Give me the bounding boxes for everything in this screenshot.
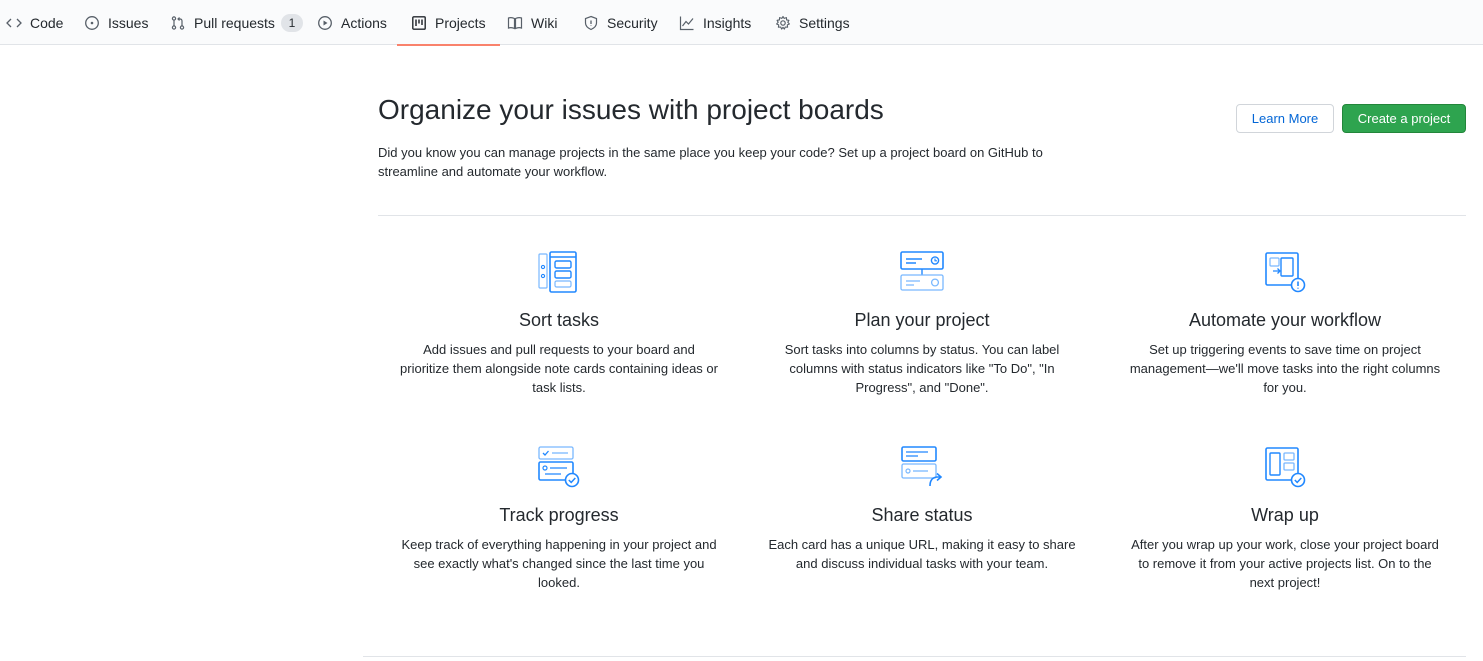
tab-settings[interactable]: Settings — [775, 0, 850, 45]
graph-icon — [679, 15, 695, 31]
feature-text: Set up triggering events to save time on… — [1129, 342, 1441, 395]
feature-title: Automate your workflow — [1188, 310, 1382, 330]
tab-insights-label: Insights — [703, 14, 752, 31]
footer-divider — [363, 656, 1466, 657]
gear-icon — [775, 15, 791, 31]
page-title: Organize your issues with project boards — [378, 94, 884, 125]
feature-title: Wrap up — [1251, 505, 1319, 525]
learn-more-button[interactable]: Learn More — [1236, 104, 1334, 133]
git-pull-request-icon — [170, 15, 186, 31]
feature-title: Sort tasks — [518, 310, 600, 330]
create-project-button[interactable]: Create a project — [1342, 104, 1466, 133]
share-status-icon — [900, 445, 944, 489]
tab-projects[interactable]: Projects — [397, 0, 500, 46]
feature-text: After you wrap up your work, close your … — [1131, 537, 1439, 590]
tab-pull-requests-label: Pull requests — [194, 14, 275, 31]
book-icon — [507, 15, 523, 31]
shield-icon — [583, 15, 599, 31]
wrap-up-icon — [1263, 445, 1307, 489]
feature-text: Keep track of everything happening in yo… — [401, 537, 717, 590]
tab-actions-label: Actions — [341, 14, 387, 31]
tab-projects-label: Projects — [435, 14, 486, 31]
feature-plan-project: Plan your project Sort tasks into column… — [757, 250, 1087, 397]
tab-security[interactable]: Security — [583, 0, 658, 45]
feature-track-progress: Track progress Keep track of everything … — [394, 445, 724, 592]
tab-settings-label: Settings — [799, 14, 850, 31]
tab-issues-label: Issues — [108, 14, 149, 31]
feature-text: Sort tasks into columns by status. You c… — [784, 342, 1060, 395]
feature-wrap-up: Wrap up After you wrap up your work, clo… — [1120, 445, 1450, 592]
section-divider — [378, 215, 1466, 216]
plan-project-icon — [900, 250, 944, 294]
tab-wiki[interactable]: Wiki — [507, 0, 557, 45]
feature-text: Add issues and pull requests to your boa… — [400, 342, 718, 395]
tab-security-label: Security — [607, 14, 658, 31]
feature-text: Each card has a unique URL, making it ea… — [768, 537, 1076, 571]
track-progress-icon — [537, 445, 581, 489]
feature-title: Share status — [871, 505, 973, 525]
project-icon — [411, 15, 427, 31]
page-description: Did you know you can manage projects in … — [378, 145, 1043, 179]
tab-code[interactable]: Code — [6, 0, 63, 45]
play-icon — [317, 15, 333, 31]
tab-wiki-label: Wiki — [531, 14, 558, 31]
sort-tasks-icon — [537, 250, 581, 294]
issue-opened-icon — [84, 15, 100, 31]
tab-pull-requests[interactable]: Pull requests 1 — [170, 0, 303, 45]
feature-title: Plan your project — [854, 310, 990, 330]
feature-title: Track progress — [499, 505, 619, 525]
feature-sort-tasks: Sort tasks Add issues and pull requests … — [394, 250, 724, 397]
tab-insights[interactable]: Insights — [679, 0, 751, 45]
feature-share-status: Share status Each card has a unique URL,… — [757, 445, 1087, 573]
pull-requests-count-badge: 1 — [280, 13, 303, 32]
feature-automate-workflow: Automate your workflow Set up triggering… — [1120, 250, 1450, 397]
tab-actions[interactable]: Actions — [317, 0, 387, 45]
code-icon — [6, 15, 22, 31]
automate-workflow-icon — [1263, 250, 1307, 294]
repo-nav: Code Issues Pull requests 1 Actions Proj… — [0, 0, 1483, 46]
tab-issues[interactable]: Issues — [84, 0, 148, 45]
selected-tab-indicator — [397, 44, 500, 46]
tab-code-label: Code — [30, 14, 64, 31]
